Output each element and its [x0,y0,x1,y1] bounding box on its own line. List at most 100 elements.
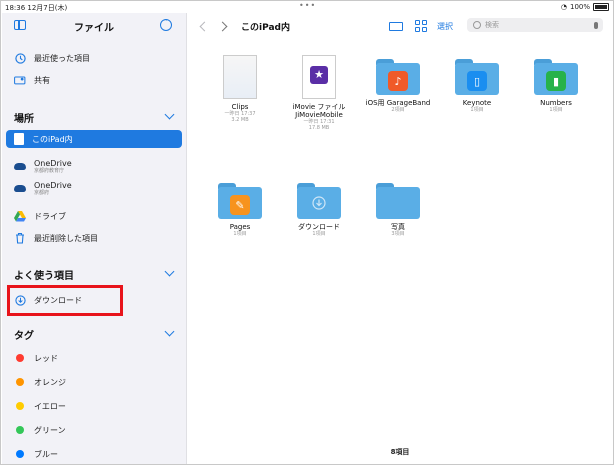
google-drive-icon [14,210,26,222]
sidebar-item-label: イエロー [34,401,66,411]
tag-dot-icon [14,448,26,460]
file-tile-imovie[interactable]: ★ iMovie ファイルJiMovieMobile 一昨日 17:31 17.… [281,55,357,131]
battery-icon [593,3,609,11]
toolbar: このiPad内 選択 検索 [187,13,613,39]
sidebar-item-recently-deleted[interactable]: 最近削除した項目 [14,229,182,247]
tile-meta: 1項目 [233,231,247,237]
sidebar-item-this-ipad[interactable]: このiPad内 [6,130,182,148]
sidebar-item-recents[interactable]: 最近使った項目 [14,49,182,67]
sidebar-item-label: OneDrive [34,158,72,168]
status-time: 18:36 12月7日(木) [5,4,68,12]
folder-tile-garageband[interactable]: ♪ iOS用 GarageBand 2項目 [360,55,436,113]
tile-meta: 2項目 [391,107,405,113]
multitask-dots-icon[interactable]: ••• [299,1,316,10]
microphone-icon[interactable] [594,21,598,29]
folder-icon: ▮ [534,59,578,95]
ipad-icon [14,133,24,145]
status-bar: 18:36 12月7日(木) ••• ◔ 100% [1,1,613,13]
sidebar-title: ファイル [74,23,114,34]
tag-dot-icon [14,400,26,412]
tag-dot-icon [14,376,26,388]
new-folder-icon[interactable] [389,22,403,31]
imovie-file-icon: ★ [302,55,336,99]
sidebar-item-label: ドライブ [34,211,66,221]
sidebar-item-label: このiPad内 [32,135,73,144]
sidebar-item-text: OneDrive 京都府教育庁 [34,159,72,174]
select-button[interactable]: 選択 [437,21,453,32]
tile-name: Clips [231,103,249,111]
folder-icon: ▯ [455,59,499,95]
folder-tile-photos[interactable]: 写真 3項目 [360,183,436,237]
keynote-icon: ▯ [467,71,487,91]
sidebar-item-shared[interactable]: 共有 [14,71,182,89]
forward-icon[interactable] [217,21,228,32]
tile-name: Pages [229,223,251,231]
sidebar-item-label: 共有 [34,75,50,85]
search-icon [473,21,481,29]
location-title: このiPad内 [241,23,290,33]
sidebar-item-onedrive-2[interactable]: OneDrive 京都府 [14,179,182,197]
file-tile-clips[interactable]: Clips 一昨日 17:37 3.2 MB [202,55,278,123]
folder-icon: ♪ [376,59,420,95]
tag-dot-icon [14,352,26,364]
tile-meta: 1項目 [470,107,484,113]
cloud-icon [14,182,26,194]
sidebar-item-sub: 京都府 [34,189,50,196]
folder-icon [297,183,341,219]
search-field[interactable]: 検索 [467,18,603,32]
sidebar-item-label: オレンジ [34,377,66,387]
tag-dot-icon [14,424,26,436]
sidebar-header: ファイル [2,13,186,39]
search-placeholder: 検索 [485,21,499,29]
status-right: ◔ 100% [561,3,609,11]
tile-name: ダウンロード [298,223,340,231]
folder-tile-numbers[interactable]: ▮ Numbers 1項目 [518,55,594,113]
tile-name: iMovie ファイルJiMovieMobile [292,103,346,119]
download-icon [312,196,326,210]
folder-tile-keynote[interactable]: ▯ Keynote 1項目 [439,55,515,113]
grid-view-icon[interactable] [415,20,427,32]
highlight-box [7,285,123,316]
sidebar-item-label: 最近使った項目 [34,53,90,63]
sidebar-item-label: レッド [34,353,58,363]
shared-folder-icon [14,74,26,86]
tags-header[interactable]: タグ [14,327,174,342]
sidebar-item-text: OneDrive 京都府 [34,181,72,196]
sidebar-item-google-drive[interactable]: ドライブ [14,207,182,225]
folder-icon [376,183,420,219]
favorites-header[interactable]: よく使う項目 [14,267,174,282]
tile-name: 写真 [391,223,405,231]
document-thumbnail-icon [223,55,257,99]
wifi-icon: ◔ [560,3,567,11]
tile-meta: 1項目 [312,231,326,237]
app-window: 18:36 12月7日(木) ••• ◔ 100% ファイル 最近使った項目 共… [0,0,614,465]
trash-icon [14,232,26,244]
sidebar-item-label: ブルー [34,449,58,459]
numbers-icon: ▮ [546,71,566,91]
sidebar-item-label: OneDrive [34,180,72,190]
sidebar-item-onedrive-1[interactable]: OneDrive 京都府教育庁 [14,157,182,175]
sidebar-item-tag-yellow[interactable]: イエロー [14,397,182,415]
more-options-icon[interactable] [160,16,172,31]
garageband-icon: ♪ [388,71,408,91]
clock-icon [14,52,26,64]
tile-meta-2: 17.8 MB [308,125,330,131]
folder-icon: ✎ [218,183,262,219]
sidebar-item-sub: 京都府教育庁 [34,167,65,174]
back-icon[interactable] [199,21,210,32]
folder-tile-downloads[interactable]: ダウンロード 1項目 [281,183,357,237]
tile-meta: 3項目 [391,231,405,237]
folder-tile-pages[interactable]: ✎ Pages 1項目 [202,183,278,237]
main-content: このiPad内 選択 検索 Clips 一昨日 17:37 3.2 MB ★ i… [187,13,613,464]
sidebar-item-tag-red[interactable]: レッド [14,349,182,367]
sidebar-item-label: グリーン [34,425,66,435]
item-count: 8項目 [390,448,410,456]
sidebar-item-tag-green[interactable]: グリーン [14,421,182,439]
tile-name: Numbers [540,99,572,107]
sidebar-item-label: 最近削除した項目 [34,233,98,243]
sidebar-item-tag-orange[interactable]: オレンジ [14,373,182,391]
tile-name: Keynote [462,99,492,107]
sidebar-item-tag-blue[interactable]: ブルー [14,445,182,463]
locations-header[interactable]: 場所 [14,110,174,125]
pages-icon: ✎ [230,195,250,215]
